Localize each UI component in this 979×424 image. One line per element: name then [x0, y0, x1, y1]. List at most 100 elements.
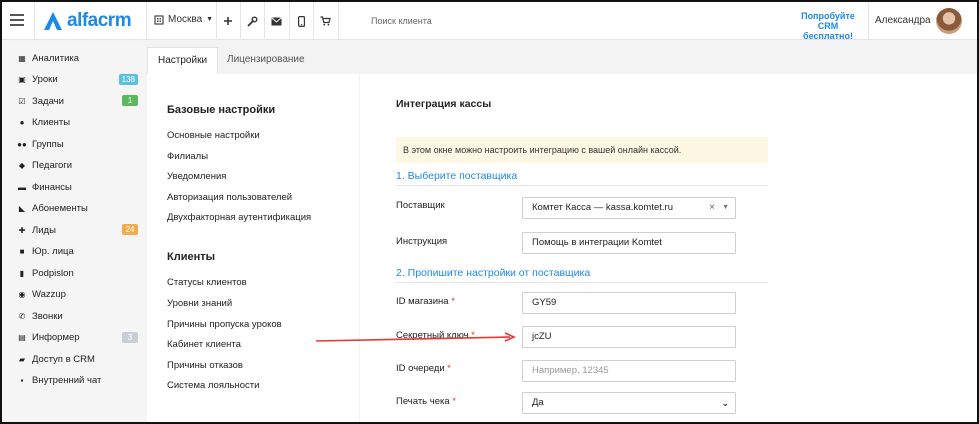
- chevron-down-icon: ⌄: [721, 398, 729, 408]
- menu-link-loyalty[interactable]: Система лояльности: [167, 380, 259, 391]
- money-icon: ▬: [18, 182, 26, 192]
- divider: [240, 2, 241, 40]
- tab-licensing[interactable]: Лицензирование: [217, 47, 315, 74]
- users-icon: ●●: [17, 139, 27, 149]
- required-mark: *: [447, 363, 451, 374]
- sidebar-item[interactable]: ◆ Педагоги: [16, 158, 138, 174]
- menu-link-notifications[interactable]: Уведомления: [167, 171, 226, 182]
- menu-link-refusal-reasons[interactable]: Причины отказов: [167, 360, 243, 371]
- sidebar-item[interactable]: ☑ Задачи 1: [16, 93, 138, 109]
- required-mark: *: [452, 396, 456, 407]
- try-crm-line1: Попробуйте: [801, 11, 855, 21]
- sidebar-item[interactable]: ▮ Podpislon: [16, 265, 138, 281]
- print-receipt-select[interactable]: Да ⌄: [522, 392, 736, 414]
- phone-icon[interactable]: [291, 11, 311, 31]
- divider: [313, 2, 314, 40]
- supplier-value: Комтет Касса — kassa.komtet.ru: [532, 202, 673, 213]
- logo-text: alfacrm: [67, 10, 132, 31]
- sidebar-item-label: Задачи: [32, 95, 64, 107]
- sidebar-item[interactable]: ■ Юр. лица: [16, 244, 138, 260]
- user-plus-icon: ✚: [18, 225, 26, 235]
- print-receipt-label: Печать чека *: [396, 396, 456, 407]
- logo[interactable]: alfacrm: [42, 9, 132, 33]
- phone-icon: ✆: [18, 311, 26, 321]
- chevron-down-icon[interactable]: ▼: [722, 198, 729, 218]
- plus-icon[interactable]: [218, 11, 238, 31]
- try-crm-link[interactable]: Попробуйте CRM бесплатно!: [792, 11, 864, 41]
- sidebar-item[interactable]: ◉ Wazzup: [16, 287, 138, 303]
- queue-id-label-text: ID очереди: [396, 363, 445, 374]
- section-heading-settings: 2. Пропишите настройки от поставщика: [396, 267, 768, 283]
- calendar-icon: ▣: [18, 75, 26, 84]
- instruction-field[interactable]: Помощь в интеграции Komtet: [522, 232, 736, 254]
- sidebar-item-label: Лиды: [32, 224, 56, 236]
- menu-link-2fa[interactable]: Двухфакторная аутентификация: [167, 212, 311, 223]
- chat-icon: ▪: [20, 376, 24, 385]
- sidebar-item[interactable]: ● Клиенты: [16, 115, 138, 131]
- mail-icon[interactable]: [266, 11, 286, 31]
- menu-link-absence-reasons[interactable]: Причины пропуска уроков: [167, 319, 282, 330]
- menu-link-client-statuses[interactable]: Статусы клиентов: [167, 277, 247, 288]
- sidebar-item-label: Клиенты: [32, 117, 71, 128]
- sidebar-item[interactable]: ◣ Абонементы: [16, 201, 138, 217]
- user-name[interactable]: Александра: [875, 15, 931, 26]
- avatar[interactable]: [936, 8, 962, 34]
- instruction-label: Инструкция: [396, 236, 448, 247]
- menu-icon[interactable]: [10, 14, 24, 26]
- sidebar-item-label: Абонементы: [32, 203, 88, 214]
- cash-integration-panel: Интеграция кассы В этом окне можно настр…: [360, 74, 977, 422]
- divider: [868, 2, 869, 40]
- tag-icon: ◣: [18, 204, 26, 213]
- sidebar-item[interactable]: ▬ Финансы: [16, 179, 138, 195]
- supplier-select[interactable]: Комтет Касса — kassa.komtet.ru × ▼: [522, 197, 736, 219]
- sidebar-item[interactable]: ▰ Доступ в CRM: [16, 351, 138, 367]
- tasks-icon: ☑: [18, 96, 26, 106]
- count-badge: 3: [122, 331, 138, 343]
- section-heading-supplier: 1. Выберите поставщика: [396, 170, 768, 186]
- search-input[interactable]: Поиск клиента: [371, 16, 432, 26]
- sidebar-item[interactable]: ✆ Звонки: [16, 308, 138, 324]
- queue-id-input[interactable]: Например, 12345: [522, 360, 736, 382]
- sidebar-item[interactable]: ●● Группы: [16, 136, 138, 152]
- informer-icon: ▤: [18, 333, 26, 342]
- count-badge: 1: [122, 95, 138, 106]
- required-mark: *: [451, 296, 455, 307]
- menu-link-client-cabinet[interactable]: Кабинет клиента: [167, 339, 241, 350]
- tab-bar: Настройки Лицензирование: [145, 41, 977, 74]
- sidebar-item[interactable]: ▤ Информер 3: [16, 330, 138, 346]
- sidebar-item-label: Юр. лица: [32, 246, 74, 257]
- sidebar-item-label: Аналитика: [32, 52, 80, 64]
- print-receipt-label-text: Печать чека: [396, 396, 450, 407]
- menu-link-user-auth[interactable]: Авторизация пользователей: [167, 192, 292, 203]
- page-title: Интеграция кассы: [396, 98, 492, 110]
- analytics-icon: ▦: [18, 53, 26, 63]
- divider: [264, 2, 265, 40]
- wrench-icon[interactable]: [242, 11, 262, 31]
- shop-id-input[interactable]: GY59: [522, 292, 736, 314]
- user-icon: ●: [19, 118, 25, 127]
- shop-id-label-text: ID магазина: [396, 296, 449, 307]
- cart-icon[interactable]: [315, 11, 335, 31]
- sidebar-item[interactable]: ▪ Внутренний чат: [16, 373, 138, 389]
- sidebar-item-label: Внутренний чат: [32, 375, 102, 386]
- sidebar-item[interactable]: ▦ Аналитика: [16, 50, 138, 66]
- sidebar-item[interactable]: ✚ Лиды 24: [16, 222, 138, 238]
- top-bar: alfacrm Москва ▼ Поиск клиента Попробуйт…: [2, 2, 977, 41]
- menu-link-knowledge-levels[interactable]: Уровни знаний: [167, 298, 232, 309]
- building-icon: [154, 14, 164, 25]
- divider: [289, 2, 290, 40]
- secret-key-input[interactable]: jcZU: [522, 326, 736, 348]
- count-badge: 24: [122, 224, 138, 235]
- sidebar-item-label: Группы: [32, 138, 64, 150]
- whatsapp-icon: ◉: [18, 290, 26, 299]
- city-select[interactable]: Москва ▼: [154, 14, 213, 25]
- tab-settings[interactable]: Настройки: [147, 47, 219, 74]
- clear-icon[interactable]: ×: [709, 198, 715, 218]
- lock-icon: ▰: [18, 354, 26, 364]
- settings-menu: Базовые настройки Основные настройки Фил…: [147, 74, 359, 422]
- sidebar-item[interactable]: ▣ Уроки 138: [16, 72, 138, 88]
- menu-link-main-settings[interactable]: Основные настройки: [167, 130, 260, 141]
- menu-link-branches[interactable]: Филиалы: [167, 151, 208, 162]
- sidebar-item-label: Podpislon: [32, 267, 74, 279]
- queue-id-label: ID очереди *: [396, 363, 451, 374]
